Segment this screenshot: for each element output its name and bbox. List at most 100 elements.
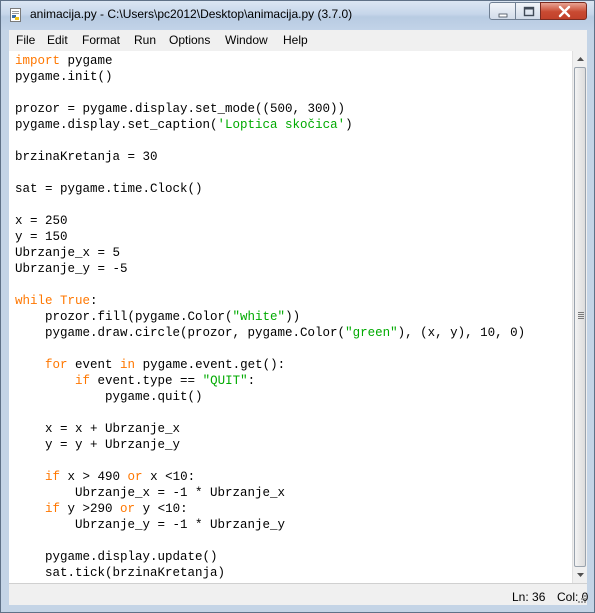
code-line[interactable]: pygame.display.set_caption('Loptica skoč… [15,117,525,133]
code-line[interactable] [15,533,525,549]
code-token: y >290 [60,502,121,516]
code-token: : [247,374,256,388]
code-line[interactable]: Ubrzanje_y = -5 [15,261,525,277]
minimize-button[interactable] [489,2,516,20]
code-token: pygame.display.update() [15,550,218,564]
code-line[interactable] [15,453,525,469]
code-token: x = 250 [15,214,68,228]
code-token: ), (x, y), 10, 0) [397,326,526,340]
code-line[interactable]: if y >290 or y <10: [15,501,525,517]
keyword-token: or [127,470,143,484]
menu-file[interactable]: File [16,33,35,47]
code-token: : [90,294,98,308]
code-line[interactable]: while True: [15,293,525,309]
code-line[interactable]: sat = pygame.time.Clock() [15,181,525,197]
code-token: sat.tick(brzinaKretanja) [15,566,226,580]
code-line[interactable]: y = 150 [15,229,525,245]
vertical-scrollbar[interactable] [572,51,587,583]
keyword-token: for [45,358,68,372]
code-token: Ubrzanje_x = 5 [15,246,121,260]
code-line[interactable]: pygame.display.update() [15,549,525,565]
scrollbar-thumb[interactable] [574,67,586,567]
idle-editor-window: animacija.py - C:\Users\pc2012\Desktop\a… [0,0,595,613]
code-editor[interactable]: import pygame pygame.init() prozor = pyga… [9,51,572,583]
code-line[interactable]: x = x + Ubrzanje_x [15,421,525,437]
code-line[interactable]: brzinaKretanja = 30 [15,149,525,165]
keyword-token: if [75,374,91,388]
code-line[interactable] [15,405,525,421]
minimize-icon [498,13,508,18]
code-line[interactable] [15,341,525,357]
code-text[interactable]: import pygame pygame.init() prozor = pyga… [15,53,525,581]
string-token: "white" [232,310,286,324]
code-line[interactable]: Ubrzanje_y = -1 * Ubrzanje_y [15,517,525,533]
python-file-icon [10,8,21,22]
menu-options[interactable]: Options [169,33,210,47]
menu-help[interactable]: Help [283,33,308,47]
keyword-token: import [15,54,61,68]
code-token: prozor.fill(pygame.Color( [15,310,233,324]
maximize-button[interactable] [515,2,541,20]
code-token: Ubrzanje_y = -5 [15,262,128,276]
title-bar[interactable]: animacija.py - C:\Users\pc2012\Desktop\a… [1,1,594,30]
code-line[interactable]: pygame.init() [15,69,525,85]
menu-format[interactable]: Format [82,33,120,47]
code-token: y <10: [135,502,188,516]
code-line[interactable]: pygame.quit() [15,389,525,405]
code-line[interactable]: prozor = pygame.display.set_mode((500, 3… [15,101,525,117]
code-token: x <10: [142,470,196,484]
resize-grip-icon[interactable] [577,594,587,604]
code-line[interactable]: sat.tick(brzinaKretanja) [15,565,525,581]
code-token: pygame.quit() [15,390,203,404]
code-line[interactable]: y = y + Ubrzanje_y [15,437,525,453]
status-bar: Ln: 36 Col: 0 [9,583,588,605]
keyword-token: True [60,294,91,308]
code-token: prozor = pygame.display.set_mode((500, 3… [15,102,346,116]
code-line[interactable]: pygame.draw.circle(prozor, pygame.Color(… [15,325,525,341]
code-line[interactable]: for event in pygame.event.get(): [15,357,525,373]
code-token: )) [285,310,301,324]
code-token: y = 150 [15,230,68,244]
string-token: "green" [345,326,398,340]
code-line[interactable] [15,165,525,181]
code-line[interactable]: import pygame [15,53,525,69]
code-line[interactable] [15,197,525,213]
status-line-number: Ln: 36 [512,590,546,604]
code-token: pygame [60,54,113,68]
scroll-up-arrow-icon[interactable] [573,51,588,67]
code-line[interactable] [15,277,525,293]
code-token: x > 490 [60,470,128,484]
keyword-token: while [15,294,53,308]
code-line[interactable]: x = 250 [15,213,525,229]
code-token: x = x + Ubrzanje_x [15,422,181,436]
keyword-token: or [120,502,136,516]
close-icon [558,5,571,18]
code-line[interactable]: prozor.fill(pygame.Color("white")) [15,309,525,325]
code-line[interactable] [15,85,525,101]
close-button[interactable] [540,2,587,20]
keyword-token: if [45,502,61,516]
code-line[interactable]: if x > 490 or x <10: [15,469,525,485]
menu-run[interactable]: Run [134,33,156,47]
code-token: sat = pygame.time.Clock() [15,182,203,196]
menu-window[interactable]: Window [225,33,268,47]
code-token: event.type == [90,374,203,388]
code-line[interactable]: Ubrzanje_x = 5 [15,245,525,261]
keyword-token: if [45,470,61,484]
menu-edit[interactable]: Edit [47,33,68,47]
code-token: ) [345,118,353,132]
code-line[interactable] [15,133,525,149]
menu-bar: File Edit Format Run Options Window Help [9,30,587,51]
code-line[interactable]: Ubrzanje_x = -1 * Ubrzanje_x [15,485,525,501]
code-token: y = y + Ubrzanje_y [15,438,181,452]
code-line[interactable]: if event.type == "QUIT": [15,373,525,389]
scroll-down-arrow-icon[interactable] [573,567,588,583]
string-token: "QUIT" [202,374,248,388]
code-token: pygame.init() [15,70,113,84]
code-token: event [67,358,121,372]
